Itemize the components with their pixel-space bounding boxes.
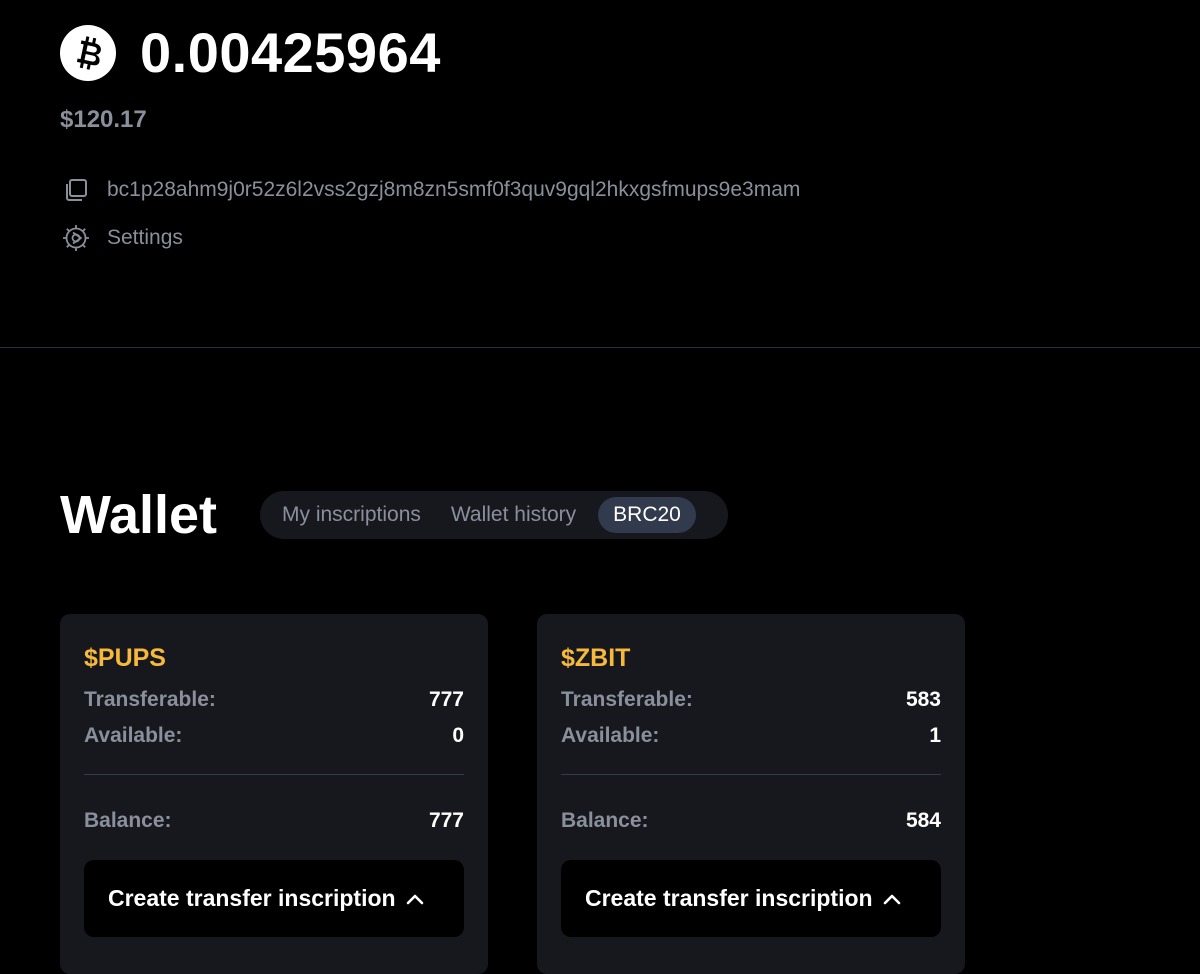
balance-row: Balance: 777 — [84, 809, 464, 833]
transferable-row: Transferable: 777 — [84, 688, 464, 712]
btc-balance-row: 0.00425964 — [60, 22, 441, 84]
balance-value: 777 — [428, 809, 464, 832]
balance-value: 584 — [905, 809, 941, 832]
settings-label: Settings — [107, 226, 183, 249]
create-transfer-inscription-button[interactable]: Create transfer inscription — [84, 860, 464, 937]
balance-row: Balance: 584 — [561, 809, 941, 833]
create-transfer-inscription-button[interactable]: Create transfer inscription — [561, 860, 941, 937]
card-divider — [84, 774, 464, 775]
tab-brc20[interactable]: BRC20 — [598, 497, 696, 533]
available-row: Available: 1 — [561, 724, 941, 748]
usd-value: $120.17 — [60, 106, 147, 133]
wallet-address: bc1p28ahm9j0r52z6l2vss2gzj8m8zn5smf0f3qu… — [107, 178, 801, 201]
transferable-row: Transferable: 583 — [561, 688, 941, 712]
create-transfer-label: Create transfer inscription — [585, 885, 873, 911]
transferable-label: Transferable: — [84, 688, 216, 711]
available-row: Available: 0 — [84, 724, 464, 748]
token-ticker: $PUPS — [84, 644, 166, 672]
transferable-value: 583 — [905, 688, 941, 711]
token-ticker: $ZBIT — [561, 644, 631, 672]
card-divider — [561, 774, 941, 775]
btc-amount: 0.00425964 — [140, 21, 441, 84]
gear-icon — [60, 222, 92, 254]
available-value: 1 — [929, 724, 941, 747]
tab-my-inscriptions[interactable]: My inscriptions — [274, 497, 429, 533]
wallet-tabs: My inscriptions Wallet history BRC20 — [260, 491, 728, 539]
available-label: Available: — [84, 724, 183, 747]
available-value: 0 — [452, 724, 464, 747]
brc20-token-card: $ZBIT Transferable: 583 Available: 1 Bal… — [537, 614, 965, 974]
transferable-label: Transferable: — [561, 688, 693, 711]
section-divider — [0, 347, 1200, 348]
settings-link[interactable]: Settings — [60, 222, 183, 254]
transferable-value: 777 — [428, 688, 464, 711]
bitcoin-icon — [60, 25, 116, 81]
chevron-up-icon — [883, 890, 901, 908]
chevron-up-icon — [406, 890, 424, 908]
tab-wallet-history[interactable]: Wallet history — [443, 497, 584, 533]
balance-label: Balance: — [84, 809, 172, 832]
create-transfer-label: Create transfer inscription — [108, 885, 396, 911]
available-label: Available: — [561, 724, 660, 747]
brc20-token-card: $PUPS Transferable: 777 Available: 0 Bal… — [60, 614, 488, 974]
wallet-address-row[interactable]: bc1p28ahm9j0r52z6l2vss2gzj8m8zn5smf0f3qu… — [60, 174, 800, 206]
balance-label: Balance: — [561, 809, 649, 832]
copy-icon[interactable] — [60, 174, 92, 206]
wallet-title: Wallet — [60, 485, 218, 545]
